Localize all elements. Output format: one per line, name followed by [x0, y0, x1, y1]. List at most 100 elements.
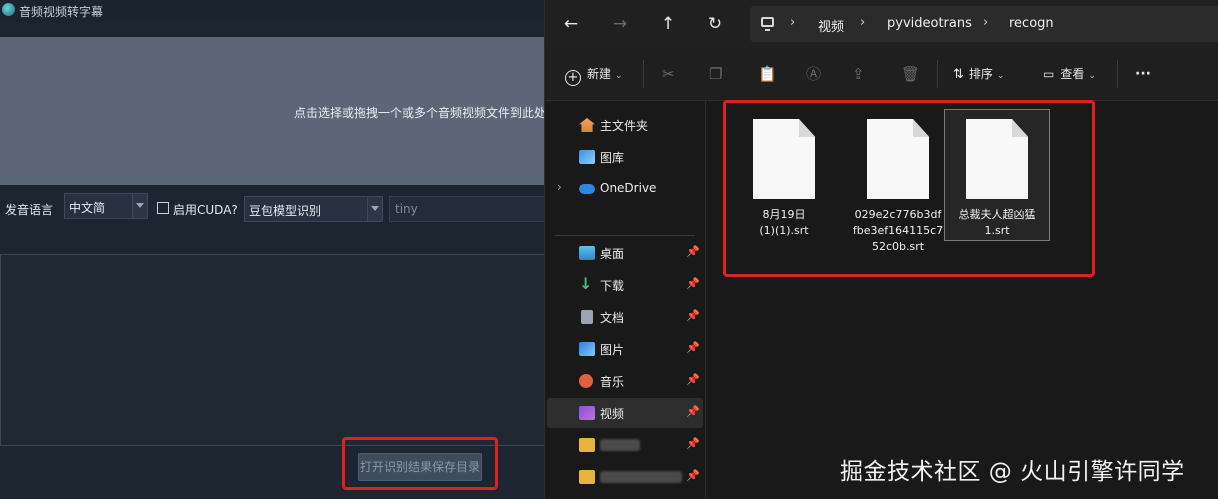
breadcrumb[interactable]: › 视频 › pyvideotrans › recogn	[750, 6, 1218, 42]
view-icon: ▭	[1043, 67, 1055, 81]
model-size-select[interactable]: tiny	[389, 196, 560, 222]
app-titlebar: 音频视频转字幕	[0, 0, 560, 22]
pin-icon[interactable]: 📌	[686, 437, 700, 450]
chevron-right-icon[interactable]: ›	[557, 180, 562, 194]
copy-icon[interactable]: ❐	[709, 64, 722, 84]
nav-item-music[interactable]: 音乐 📌	[547, 366, 703, 396]
picture-icon	[579, 342, 595, 356]
folder-icon	[579, 438, 595, 452]
nav-item-label: 视频	[600, 407, 625, 421]
watermark: 掘金技术社区 @ 火山引擎许同学	[840, 459, 1185, 485]
pin-icon[interactable]: 📌	[686, 405, 700, 418]
gallery-icon	[579, 150, 595, 164]
highlight-box-open-button	[342, 437, 498, 490]
nav-divider	[555, 235, 695, 236]
sort-icon: ⇅	[953, 67, 964, 82]
paste-icon[interactable]: 📋	[758, 64, 777, 84]
view-button[interactable]: ▭ 查看 ⌄	[1043, 64, 1096, 84]
nav-item-label: 桌面	[600, 247, 625, 261]
command-bar: + 新建 ⌄ ✂ ❐ 📋 Ⓐ ⇪ 🗑 ⇅ 排序 ⌄ ▭ 查看 ⌄ ···	[545, 48, 1218, 101]
nav-item-label: OneDrive	[600, 181, 657, 195]
pin-icon[interactable]: 📌	[686, 309, 700, 322]
dropzone-text: 点击选择或拖拽一个或多个音频视频文件到此处	[294, 106, 547, 120]
nav-item-pictures[interactable]: 图片 📌	[547, 334, 703, 364]
cloud-icon	[579, 184, 595, 194]
pin-icon[interactable]: 📌	[686, 245, 700, 258]
toolbar-divider	[1117, 60, 1118, 88]
refresh-icon[interactable]: ↻	[703, 12, 727, 36]
app-title: 音频视频转字幕	[19, 5, 104, 19]
chevron-down-icon: ⌄	[996, 71, 1005, 81]
nav-item-documents[interactable]: 文档 📌	[547, 302, 703, 332]
file-dropzone[interactable]: 点击选择或拖拽一个或多个音频视频文件到此处	[0, 37, 560, 185]
model-size-value: tiny	[395, 202, 418, 216]
breadcrumb-item[interactable]: pyvideotrans	[887, 16, 972, 31]
sort-label: 排序	[968, 67, 993, 81]
new-label: 新建	[587, 67, 612, 81]
nav-item-redacted-folder[interactable]: 📌	[547, 430, 703, 460]
up-arrow-icon[interactable]: ↑	[656, 12, 680, 36]
chevron-right-icon: ›	[790, 15, 796, 30]
language-select-value: 中文简	[69, 201, 106, 215]
music-icon	[579, 374, 593, 388]
chevron-right-icon: ›	[860, 15, 866, 30]
nav-item-label: 图库	[600, 151, 625, 165]
nav-item-label: 音乐	[600, 375, 625, 389]
nav-item-desktop[interactable]: 桌面 📌	[547, 238, 703, 268]
nav-item-home[interactable]: 主文件夹	[547, 110, 703, 140]
chevron-right-icon: ›	[983, 15, 989, 30]
toolbar-divider	[643, 60, 644, 88]
new-button[interactable]: + 新建 ⌄	[565, 64, 623, 86]
delete-icon[interactable]: 🗑	[901, 64, 920, 84]
pin-icon[interactable]: 📌	[686, 373, 700, 386]
nav-item-redacted-folder[interactable]: 📌	[547, 462, 703, 492]
more-options-button[interactable]: ···	[1135, 64, 1151, 84]
document-icon	[581, 310, 593, 324]
highlight-box-files	[723, 100, 1095, 277]
chevron-down-icon: ⌄	[615, 71, 623, 81]
address-bar: ← → ↑ ↻ › 视频 › pyvideotrans › recogn	[545, 0, 1218, 48]
cut-icon[interactable]: ✂	[662, 64, 675, 84]
forward-arrow-icon[interactable]: →	[608, 12, 632, 36]
cuda-label: 启用CUDA?	[173, 203, 238, 217]
nav-item-onedrive[interactable]: › OneDrive	[547, 174, 703, 204]
language-select[interactable]: 中文简	[64, 193, 148, 219]
toolbar-divider	[937, 60, 938, 88]
rename-icon[interactable]: Ⓐ	[806, 64, 821, 84]
home-icon	[579, 118, 595, 132]
this-pc-icon	[761, 17, 774, 31]
pin-icon[interactable]: 📌	[686, 469, 700, 482]
model-select-value: 豆包模型识别	[249, 204, 322, 218]
view-label: 查看	[1060, 67, 1085, 81]
breadcrumb-item[interactable]: 视频	[818, 16, 844, 35]
back-arrow-icon[interactable]: ←	[559, 12, 583, 36]
download-icon: ↓	[579, 274, 593, 293]
nav-item-label: 下载	[600, 279, 625, 293]
navigation-pane: 主文件夹 图库 › OneDrive 桌面 📌 ↓ 下载 📌 文档 📌 图片 📌…	[545, 101, 706, 499]
cuda-checkbox[interactable]	[157, 202, 169, 214]
share-icon[interactable]: ⇪	[852, 64, 865, 84]
plus-icon: +	[565, 70, 581, 86]
chevron-down-icon: ⌄	[1088, 71, 1096, 81]
language-label: 发音语言	[5, 203, 54, 217]
nav-item-label: 图片	[600, 343, 625, 357]
result-textarea[interactable]	[0, 254, 560, 446]
nav-item-videos[interactable]: 视频 📌	[547, 398, 703, 428]
video-icon	[579, 406, 595, 420]
breadcrumb-item[interactable]: recogn	[1009, 16, 1054, 31]
pin-icon[interactable]: 📌	[686, 341, 700, 354]
folder-icon	[579, 470, 595, 484]
sort-button[interactable]: ⇅ 排序 ⌄	[953, 64, 1004, 84]
chevron-down-icon	[367, 197, 382, 221]
desktop-icon	[579, 246, 595, 260]
redacted-label	[600, 439, 640, 451]
chevron-down-icon	[132, 194, 147, 218]
nav-item-label: 主文件夹	[600, 119, 649, 133]
pin-icon[interactable]: 📌	[686, 277, 700, 290]
nav-item-gallery[interactable]: 图库	[547, 142, 703, 172]
nav-item-downloads[interactable]: ↓ 下载 📌	[547, 270, 703, 300]
model-select[interactable]: 豆包模型识别	[244, 196, 383, 222]
redacted-label	[600, 471, 682, 483]
app-logo-icon	[2, 3, 15, 16]
nav-item-label: 文档	[600, 311, 625, 325]
